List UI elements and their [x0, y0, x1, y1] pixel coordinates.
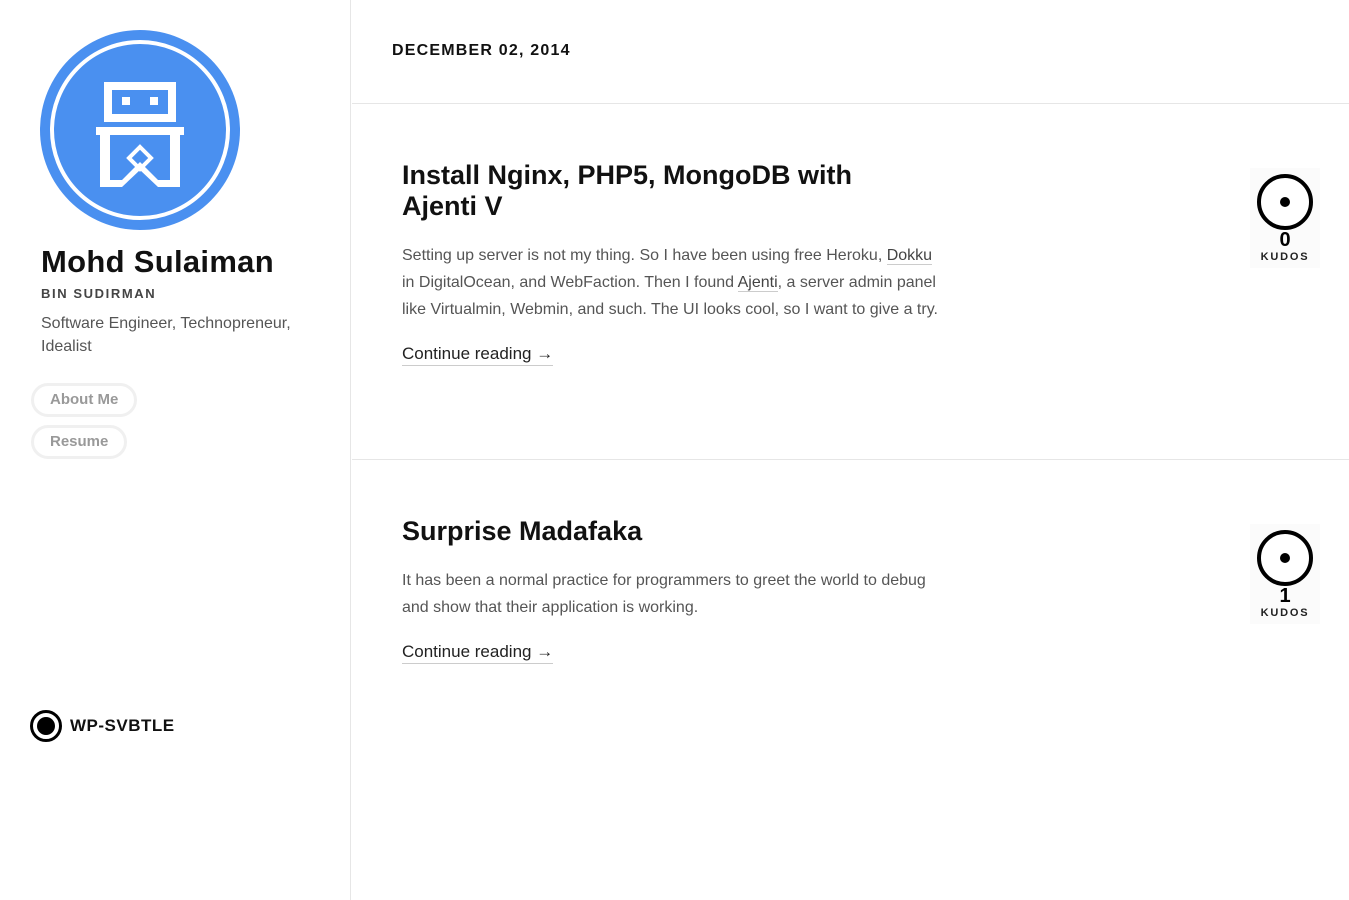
- post-title-link[interactable]: Install Nginx, PHP5, MongoDB with Ajenti…: [402, 160, 922, 222]
- post-excerpt: It has been a normal practice for progra…: [402, 572, 926, 616]
- divider: [352, 103, 1349, 104]
- kudos-label: KUDOS: [1260, 251, 1310, 263]
- author-name: Mohd Sulaiman: [41, 244, 274, 279]
- kudos-dot: [1280, 197, 1290, 207]
- sidebar: Mohd Sulaiman BIN SUDIRMAN Software Engi…: [0, 0, 351, 900]
- ajenti-link[interactable]: Ajenti: [737, 274, 778, 292]
- svbtle-logo-icon: [30, 710, 62, 742]
- robot-logo-icon: [96, 82, 184, 187]
- brand-link[interactable]: WP-SVBTLE: [30, 710, 175, 742]
- brand-label: WP-SVBTLE: [70, 716, 175, 735]
- date-header: DECEMBER 02, 2014: [392, 42, 571, 59]
- nav-resume-button[interactable]: Resume: [31, 425, 128, 459]
- avatar[interactable]: [40, 30, 240, 230]
- kudos-count: 1: [1279, 585, 1291, 607]
- kudos-count: 0: [1279, 229, 1291, 251]
- author-bio: Software Engineer, Technopreneur, Ideali…: [41, 315, 291, 355]
- kudos-widget[interactable]: 0 KUDOS: [1250, 168, 1320, 268]
- post-item: Install Nginx, PHP5, MongoDB with Ajenti…: [402, 160, 942, 366]
- nav-about-me-button[interactable]: About Me: [31, 383, 138, 417]
- dokku-link[interactable]: Dokku: [886, 247, 933, 265]
- main-content: DECEMBER 02, 2014 Install Nginx, PHP5, M…: [352, 0, 1349, 900]
- continue-reading-link[interactable]: Continue reading →: [402, 641, 554, 664]
- post-item: Surprise Madafaka It has been a normal p…: [402, 516, 942, 664]
- kudos-circle-icon[interactable]: [1257, 174, 1313, 230]
- divider: [352, 459, 1349, 460]
- author-subtitle: BIN SUDIRMAN: [41, 286, 157, 301]
- kudos-circle-icon[interactable]: [1257, 530, 1313, 586]
- post-title-link[interactable]: Surprise Madafaka: [402, 516, 922, 547]
- kudos-label: KUDOS: [1260, 607, 1310, 619]
- kudos-dot: [1280, 553, 1290, 563]
- excerpt-text: Setting up server is not my thing. So I …: [402, 247, 887, 264]
- continue-reading-link[interactable]: Continue reading →: [402, 343, 554, 366]
- kudos-widget[interactable]: 1 KUDOS: [1250, 524, 1320, 624]
- post-excerpt: Setting up server is not my thing. So I …: [402, 242, 942, 323]
- excerpt-text: in DigitalOcean, and WebFaction. Then I …: [402, 274, 738, 291]
